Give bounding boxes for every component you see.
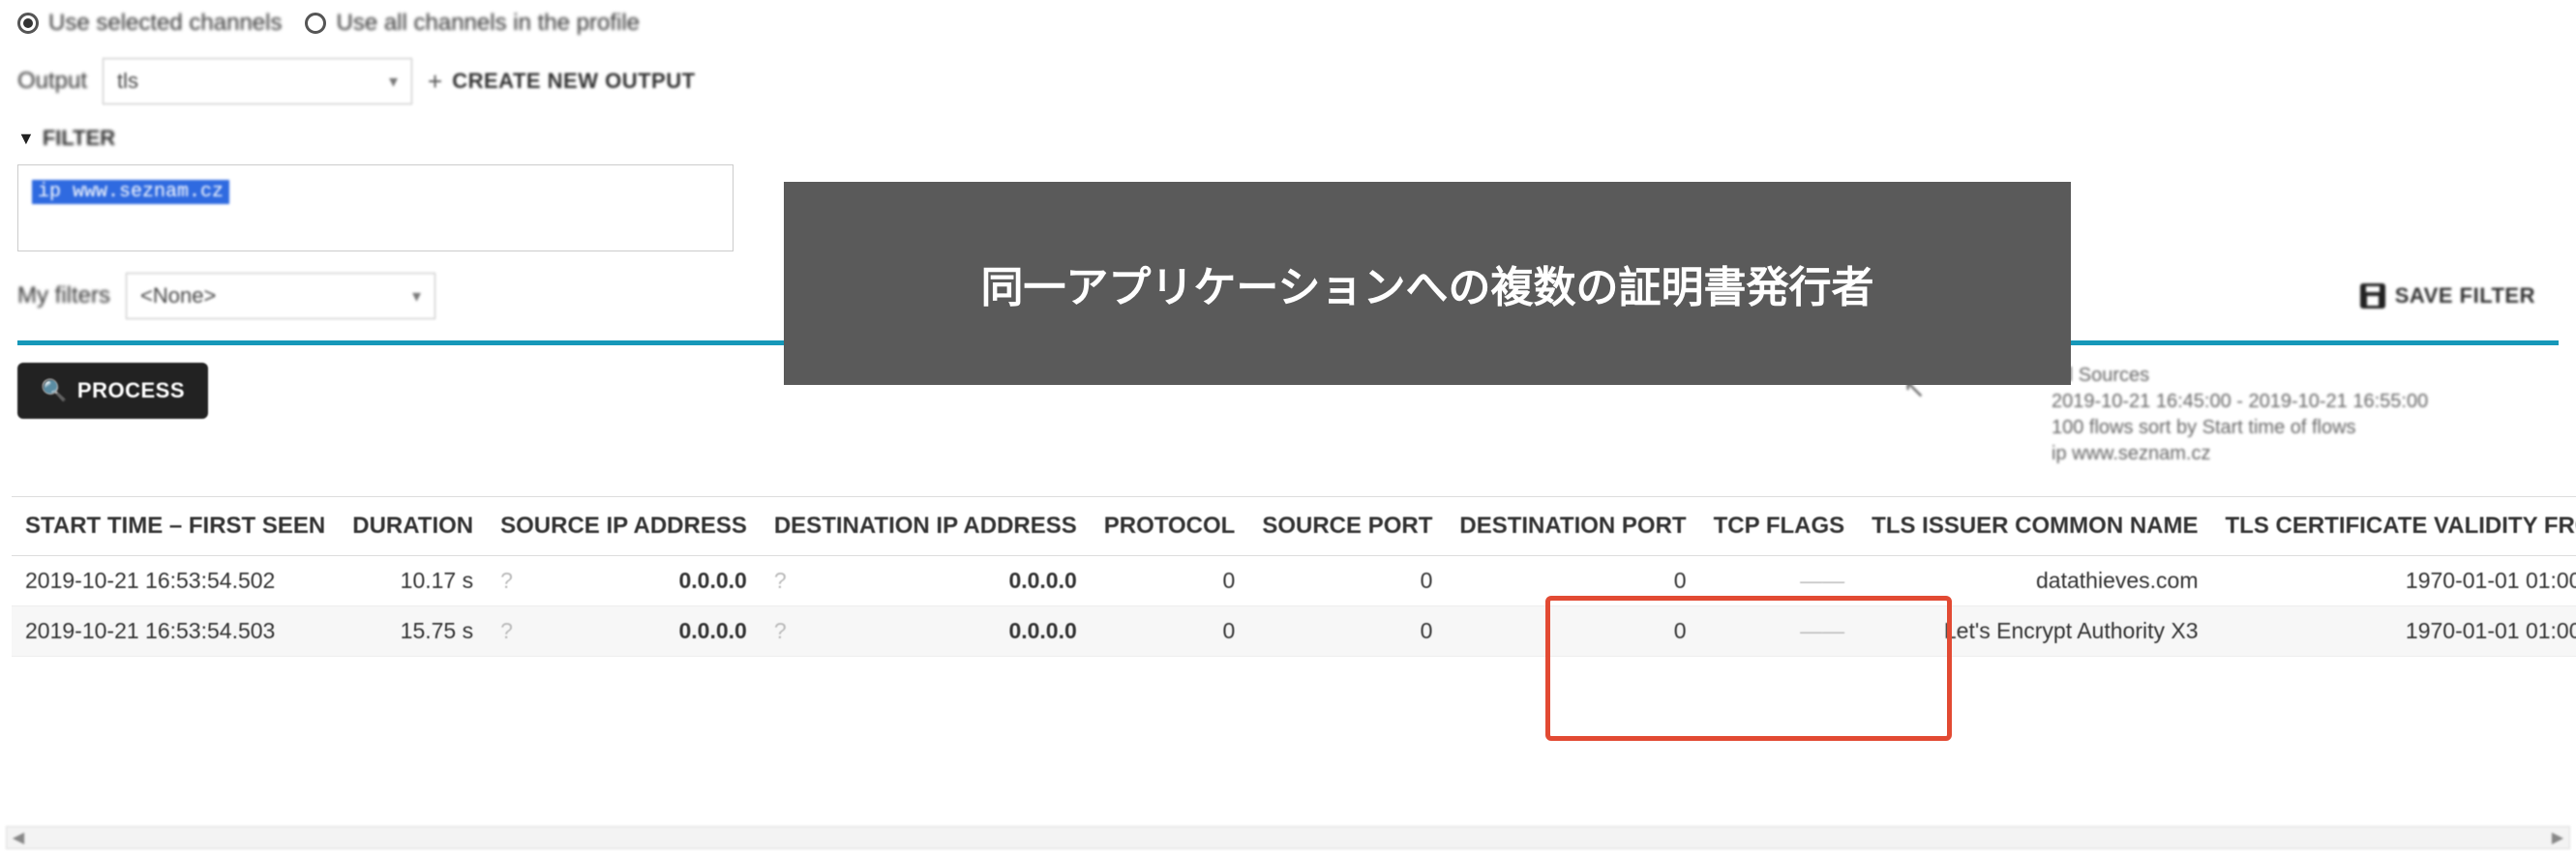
cell-proto: 0: [1091, 606, 1249, 657]
radio-label: Use all channels in the profile: [336, 10, 640, 37]
myfilters-label: My filters: [17, 282, 110, 310]
caret-down-icon: ▼: [17, 129, 35, 149]
col-start[interactable]: START TIME – FIRST SEEN: [12, 497, 339, 556]
cell-dstip: 0.0.0.0: [857, 556, 1091, 606]
filter-value: ip www.seznam.cz: [32, 180, 229, 204]
cell-tcpflags: ——: [1700, 556, 1859, 606]
filter-header[interactable]: ▼ FILTER: [12, 126, 2564, 151]
filter-input[interactable]: ip www.seznam.cz: [17, 164, 734, 251]
cell-proto: 0: [1091, 556, 1249, 606]
process-button[interactable]: 🔍 PROCESS: [17, 363, 208, 419]
cell-issuer: datathieves.com: [1858, 556, 2211, 606]
cell-srcip-prefix: ?: [487, 556, 567, 606]
radio-selected-icon: [17, 13, 39, 34]
save-icon: [2360, 283, 2385, 309]
plus-icon: +: [428, 67, 442, 97]
output-value: tls: [117, 69, 138, 94]
summary-filter: ip www.seznam.cz: [2052, 441, 2535, 467]
radio-label: Use selected channels: [48, 10, 282, 37]
table-row[interactable]: 2019-10-21 16:53:54.503 15.75 s ? 0.0.0.…: [12, 606, 2576, 657]
create-output-button[interactable]: + CREATE NEW OUTPUT: [428, 67, 696, 97]
cell-dstip-prefix: ?: [761, 606, 857, 657]
cell-start: 2019-10-21 16:53:54.503: [12, 606, 339, 657]
save-filter-label: SAVE FILTER: [2395, 283, 2535, 309]
cell-dstport: 0: [1446, 556, 1699, 606]
search-icon: 🔍: [41, 378, 68, 403]
cell-tcpflags: ——: [1700, 606, 1859, 657]
banner-text: 同一アプリケーションへの複数の証明書発行者: [980, 252, 1873, 314]
output-select[interactable]: tls ▾: [103, 58, 412, 104]
cell-srcip: 0.0.0.0: [567, 556, 761, 606]
chevron-down-icon: ▾: [389, 72, 398, 92]
summary-sources: All Sources: [2052, 363, 2535, 389]
chevron-down-icon: ▾: [412, 286, 421, 307]
scroll-right-icon[interactable]: ▶: [2546, 828, 2569, 847]
cell-srcport: 0: [1248, 556, 1446, 606]
col-dstip[interactable]: DESTINATION IP ADDRESS: [761, 497, 1091, 556]
col-tcpflags[interactable]: TCP FLAGS: [1700, 497, 1859, 556]
process-label: PROCESS: [77, 378, 185, 403]
results-table: START TIME – FIRST SEEN DURATION SOURCE …: [12, 496, 2564, 657]
cell-srcip-prefix: ?: [487, 606, 567, 657]
table-header-row: START TIME – FIRST SEEN DURATION SOURCE …: [12, 497, 2576, 556]
create-output-label: CREATE NEW OUTPUT: [452, 69, 695, 94]
table-row[interactable]: 2019-10-21 16:53:54.502 10.17 s ? 0.0.0.…: [12, 556, 2576, 606]
query-summary: All Sources 2019-10-21 16:45:00 - 2019-1…: [2052, 363, 2535, 467]
cell-start: 2019-10-21 16:53:54.502: [12, 556, 339, 606]
output-row: Output tls ▾ + CREATE NEW OUTPUT: [12, 58, 2564, 104]
summary-sort: 100 flows sort by Start time of flows: [2052, 415, 2535, 441]
use-all-channels[interactable]: Use all channels in the profile: [305, 10, 640, 37]
col-validfrom[interactable]: TLS CERTIFICATE VALIDITY FROM: [2212, 497, 2576, 556]
radio-unselected-icon: [305, 13, 326, 34]
cell-srcip: 0.0.0.0: [567, 606, 761, 657]
cell-validfrom: 1970-01-01 01:00:00: [2212, 606, 2576, 657]
cell-issuer: Let's Encrypt Authority X3: [1858, 606, 2211, 657]
output-label: Output: [17, 68, 87, 95]
cell-validfrom: 1970-01-01 01:00:00: [2212, 556, 2576, 606]
cell-srcport: 0: [1248, 606, 1446, 657]
scroll-left-icon[interactable]: ◀: [7, 828, 30, 847]
annotation-banner: 同一アプリケーションへの複数の証明書発行者: [784, 182, 2071, 385]
myfilters-select[interactable]: <None> ▾: [126, 273, 435, 319]
col-srcip[interactable]: SOURCE IP ADDRESS: [487, 497, 761, 556]
filter-label: FILTER: [43, 126, 115, 151]
col-srcport[interactable]: SOURCE PORT: [1248, 497, 1446, 556]
horizontal-scrollbar[interactable]: ◀ ▶: [6, 826, 2570, 849]
cell-dstport: 0: [1446, 606, 1699, 657]
col-issuer[interactable]: TLS ISSUER COMMON NAME: [1858, 497, 2211, 556]
myfilters-value: <None>: [140, 283, 216, 309]
col-proto[interactable]: PROTOCOL: [1091, 497, 1249, 556]
col-dstport[interactable]: DESTINATION PORT: [1446, 497, 1699, 556]
channel-selector: Use selected channels Use all channels i…: [12, 10, 2564, 37]
save-filter-button[interactable]: SAVE FILTER: [2360, 283, 2535, 309]
cell-duration: 15.75 s: [339, 606, 487, 657]
cell-dstip: 0.0.0.0: [857, 606, 1091, 657]
cell-duration: 10.17 s: [339, 556, 487, 606]
use-selected-channels[interactable]: Use selected channels: [17, 10, 282, 37]
summary-timerange: 2019-10-21 16:45:00 - 2019-10-21 16:55:0…: [2052, 389, 2535, 415]
col-duration[interactable]: DURATION: [339, 497, 487, 556]
cell-dstip-prefix: ?: [761, 556, 857, 606]
